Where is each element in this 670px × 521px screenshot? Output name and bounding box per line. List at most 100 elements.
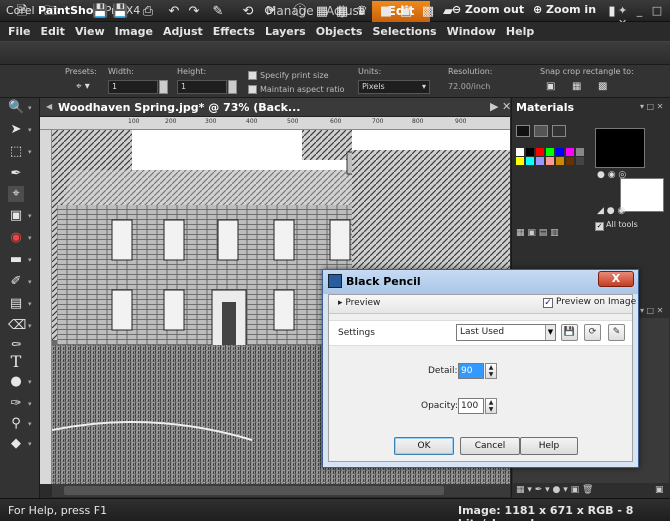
opacity-spinner[interactable]: ▲ ▼: [485, 398, 497, 414]
swatches-tab-icon[interactable]: [552, 125, 566, 137]
edit-preset-button[interactable]: ✎: [608, 324, 625, 341]
swatch[interactable]: [526, 148, 534, 156]
red-eye-tool-icon[interactable]: ◉: [8, 230, 24, 246]
menu-adjust[interactable]: Adjust: [163, 25, 203, 38]
open-folder-icon[interactable]: 🗁: [44, 4, 60, 20]
width-input[interactable]: 1: [108, 80, 158, 94]
menu-help[interactable]: Help: [506, 25, 534, 38]
maintain-aspect-checkbox[interactable]: [248, 85, 257, 94]
straighten-tool-icon[interactable]: ▣: [8, 208, 24, 224]
detail-spinner[interactable]: ▲ ▼: [485, 363, 497, 379]
panel-controls[interactable]: ▾ □ ✕: [640, 102, 663, 111]
swatch[interactable]: [516, 148, 524, 156]
snap-canvas-icon[interactable]: ▣: [546, 81, 555, 92]
document-tab[interactable]: Woodhaven Spring.jpg* @ 73% (Back...: [58, 101, 300, 114]
style-icons[interactable]: ● ◉ ◎: [597, 170, 626, 180]
histogram-icon[interactable]: ▦: [334, 4, 350, 20]
gradient-tool-icon[interactable]: ▤: [8, 296, 24, 312]
save-as-icon[interactable]: 💾: [112, 4, 128, 20]
shape-tool-icon[interactable]: ●: [8, 374, 24, 390]
frame-tab-icon[interactable]: [516, 125, 530, 137]
chevron-down-icon[interactable]: ▾: [28, 440, 32, 448]
redo-icon[interactable]: ↷: [186, 4, 202, 20]
chevron-down-icon[interactable]: ▾: [28, 400, 32, 408]
swatch[interactable]: [576, 157, 584, 165]
menu-file[interactable]: File: [8, 25, 31, 38]
chevron-down-icon[interactable]: ▾: [28, 212, 32, 220]
pen-tool-icon[interactable]: ✑: [8, 396, 24, 412]
width-spinner[interactable]: [159, 80, 168, 94]
text-tool-icon[interactable]: T: [8, 354, 24, 370]
rotate-left-icon[interactable]: ⟲: [240, 4, 256, 20]
menu-view[interactable]: View: [75, 25, 105, 38]
scrollbar-thumb[interactable]: [64, 486, 444, 495]
preview-on-image-checkbox[interactable]: ✓: [543, 298, 553, 308]
crop-preset-icon[interactable]: ⌖ ▾: [76, 81, 90, 92]
swatch[interactable]: [556, 157, 564, 165]
swatch[interactable]: [566, 148, 574, 156]
selection-tool-icon[interactable]: ⬚: [8, 144, 24, 160]
chevron-down-icon[interactable]: ▾: [28, 234, 32, 242]
swatch[interactable]: [516, 157, 524, 165]
pick-tool-icon[interactable]: ➤: [8, 122, 24, 138]
print-icon[interactable]: ⎙: [140, 4, 156, 20]
chevron-down-icon[interactable]: ▾: [28, 378, 32, 386]
snap-selection-icon[interactable]: ▩: [598, 81, 607, 92]
paint-brush-tool-icon[interactable]: ✐: [8, 274, 24, 290]
menu-layers[interactable]: Layers: [265, 25, 306, 38]
menu-window[interactable]: Window: [447, 25, 496, 38]
chevron-down-icon[interactable]: ▾: [28, 278, 32, 286]
units-select[interactable]: Pixels ▾: [358, 80, 430, 94]
rotate-right-icon[interactable]: ⟳: [262, 4, 278, 20]
opacity-input[interactable]: 100: [458, 398, 484, 414]
save-icon[interactable]: 💾: [92, 4, 108, 20]
palette-icon[interactable]: ♛: [354, 4, 370, 20]
menu-image[interactable]: Image: [115, 25, 153, 38]
makeover-tool-icon[interactable]: ▬: [8, 252, 24, 268]
background-color-swatch[interactable]: [620, 178, 664, 212]
warp-tool-icon[interactable]: ⚲: [8, 416, 24, 432]
ok-button[interactable]: OK: [394, 437, 454, 455]
cancel-button[interactable]: Cancel: [460, 437, 520, 455]
tab-scroll-left-icon[interactable]: ◀: [46, 102, 52, 111]
chevron-down-icon[interactable]: ▾: [28, 104, 32, 112]
height-spinner[interactable]: [228, 80, 237, 94]
swatch[interactable]: [536, 157, 544, 165]
swatch[interactable]: [566, 157, 574, 165]
chevron-down-icon[interactable]: ▾: [28, 256, 32, 264]
swatch[interactable]: [526, 157, 534, 165]
chevron-down-icon[interactable]: ▾: [28, 300, 32, 308]
snap-layer-icon[interactable]: ▦: [572, 81, 581, 92]
chevron-down-icon[interactable]: ▾: [28, 148, 32, 156]
all-tools-checkbox[interactable]: ✓: [595, 222, 604, 231]
preview-toggle[interactable]: ▸ Preview: [338, 298, 380, 308]
layer-properties-icon[interactable]: ▣: [655, 485, 664, 495]
new-file-icon[interactable]: 🗎: [14, 4, 30, 20]
swatch[interactable]: [556, 148, 564, 156]
help-button[interactable]: Help: [520, 437, 578, 455]
menu-effects[interactable]: Effects: [213, 25, 255, 38]
chevron-down-icon[interactable]: ▾: [28, 322, 32, 330]
zoom-in-button[interactable]: ⊕ Zoom in: [533, 3, 596, 16]
menu-objects[interactable]: Objects: [316, 25, 363, 38]
detail-input[interactable]: 90: [458, 363, 484, 379]
layers-footer-icons[interactable]: ▦ ▾ ✒ ▾ ● ▾ ▣ 🗑: [516, 485, 593, 495]
swatch[interactable]: [546, 157, 554, 165]
settings-preset-select[interactable]: Last Used: [456, 324, 556, 341]
grid-icon[interactable]: ▦: [314, 4, 330, 20]
edit-selection-icon[interactable]: ✎: [210, 4, 226, 20]
height-input[interactable]: 1: [177, 80, 227, 94]
eyedropper-tool-icon[interactable]: ✒: [8, 166, 24, 182]
specify-print-size-checkbox[interactable]: [248, 71, 257, 80]
chevron-down-icon[interactable]: ▼: [545, 325, 555, 340]
stop-icon[interactable]: ■: [378, 4, 394, 20]
swatch[interactable]: [536, 148, 544, 156]
foreground-color-swatch[interactable]: [595, 128, 645, 168]
swatch[interactable]: [576, 148, 584, 156]
color-swatches[interactable]: [516, 148, 590, 178]
close-document-button[interactable]: ▶ ✕: [490, 100, 511, 113]
dialog-close-button[interactable]: X: [598, 271, 634, 287]
menu-edit[interactable]: Edit: [41, 25, 65, 38]
zoom-out-button[interactable]: ⊖ Zoom out: [452, 3, 524, 16]
swatch[interactable]: [546, 148, 554, 156]
